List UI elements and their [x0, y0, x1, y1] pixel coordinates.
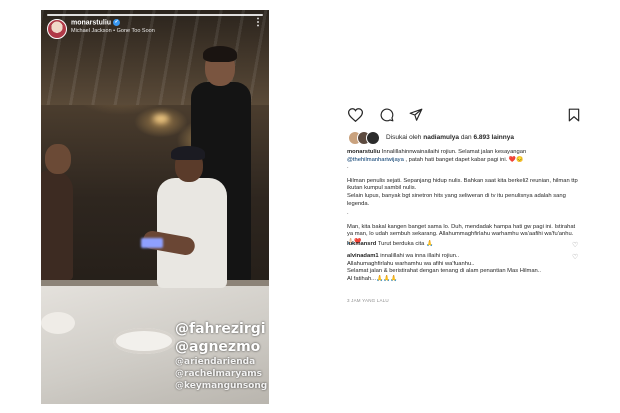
comment: lukmansrd Turut berduka cita 🙏 — [347, 241, 573, 249]
comment-text: Al fatihah...🙏🙏🙏 — [347, 275, 398, 282]
story-music[interactable]: Michael Jackson • Gone Too Soon — [71, 28, 155, 34]
comment-icon[interactable] — [380, 108, 394, 122]
comment-text: Selamat jalan & beristirahat dengan tena… — [347, 268, 541, 275]
story-tag[interactable]: @agnezmo — [175, 340, 267, 354]
caption-text: , patah hati banget dapet kabar pagi ini… — [403, 156, 509, 163]
bookmark-icon[interactable] — [568, 108, 580, 122]
story-tag[interactable]: @fahrezirgi — [175, 322, 267, 336]
story-video[interactable]: monarstuliu ✓ Michael Jackson • Gone Too … — [41, 10, 269, 404]
seated-man — [139, 146, 239, 300]
liker-username[interactable]: nadiamulya — [423, 134, 459, 141]
phone-screen — [141, 238, 163, 248]
plate — [113, 328, 175, 354]
likes-prefix: Disukai oleh — [386, 134, 422, 141]
story-username-row[interactable]: monarstuliu ✓ — [71, 19, 121, 26]
liker-avatar[interactable] — [366, 131, 380, 145]
caption-username[interactable]: monarstuliu — [347, 149, 380, 155]
story-tag[interactable]: @ariendarienda — [175, 358, 267, 367]
caption-emoji: ❤️😔 — [508, 156, 524, 163]
comment-text: innalillahi wa inna illaihi rojiun.. — [380, 253, 460, 259]
mention-link[interactable]: @thehilmanhariwijaya — [347, 157, 404, 163]
heart-icon[interactable]: ♡ — [572, 241, 578, 249]
caption-text: Hilman penulis sejati. Sepanjang hidup n… — [347, 177, 578, 192]
story-tag[interactable]: @keymangunsong — [175, 382, 267, 391]
likes-joiner: dan — [460, 134, 472, 141]
comment-text: Turut berduka cita 🙏 — [377, 241, 434, 247]
share-icon[interactable] — [409, 108, 423, 122]
post-caption: monarstuliu Innalillahinnwainailaihi roj… — [347, 149, 579, 253]
likes-summary: Disukai oleh nadiamulya dan 6.893 lainny… — [386, 134, 514, 141]
post-timestamp[interactable]: 3 JAM YANG LALU — [347, 298, 389, 303]
comment-username[interactable]: alvinadam1 — [347, 253, 379, 259]
caption-dot: . — [347, 164, 349, 171]
verified-icon: ✓ — [113, 19, 121, 26]
more-icon[interactable]: ⋮ — [253, 18, 263, 28]
caption-dot: . — [347, 210, 349, 217]
comment-text: Allahumaghfirlahu warhamhu wa afihi wa'f… — [347, 260, 475, 267]
caption-text: Man, kita bakal kangen banget sama lo. D… — [347, 223, 576, 238]
person-left — [41, 144, 73, 280]
story-avatar[interactable] — [47, 19, 67, 39]
heart-icon[interactable]: ♡ — [572, 253, 578, 261]
story-tags: @fahrezirgi @agnezmo @ariendarienda @rac… — [175, 322, 267, 394]
likes-count[interactable]: 6.893 lainnya — [473, 134, 513, 141]
story-tag[interactable]: @rachelmaryams — [175, 370, 267, 379]
story-progress-bar — [47, 14, 263, 16]
lamp-light — [153, 114, 169, 123]
story-username[interactable]: monarstuliu — [71, 19, 111, 26]
caption-text: Innalillahinnwainailaihi rojiun. Selamat… — [381, 149, 527, 155]
comment-username[interactable]: lukmansrd — [347, 241, 376, 247]
caption-text: Selain lupus, banyak bgt sinetron hits y… — [347, 192, 566, 207]
heart-icon[interactable] — [348, 108, 363, 122]
plate — [41, 312, 75, 334]
comment: alvinadam1 innalillahi wa inna illaihi r… — [347, 253, 573, 283]
